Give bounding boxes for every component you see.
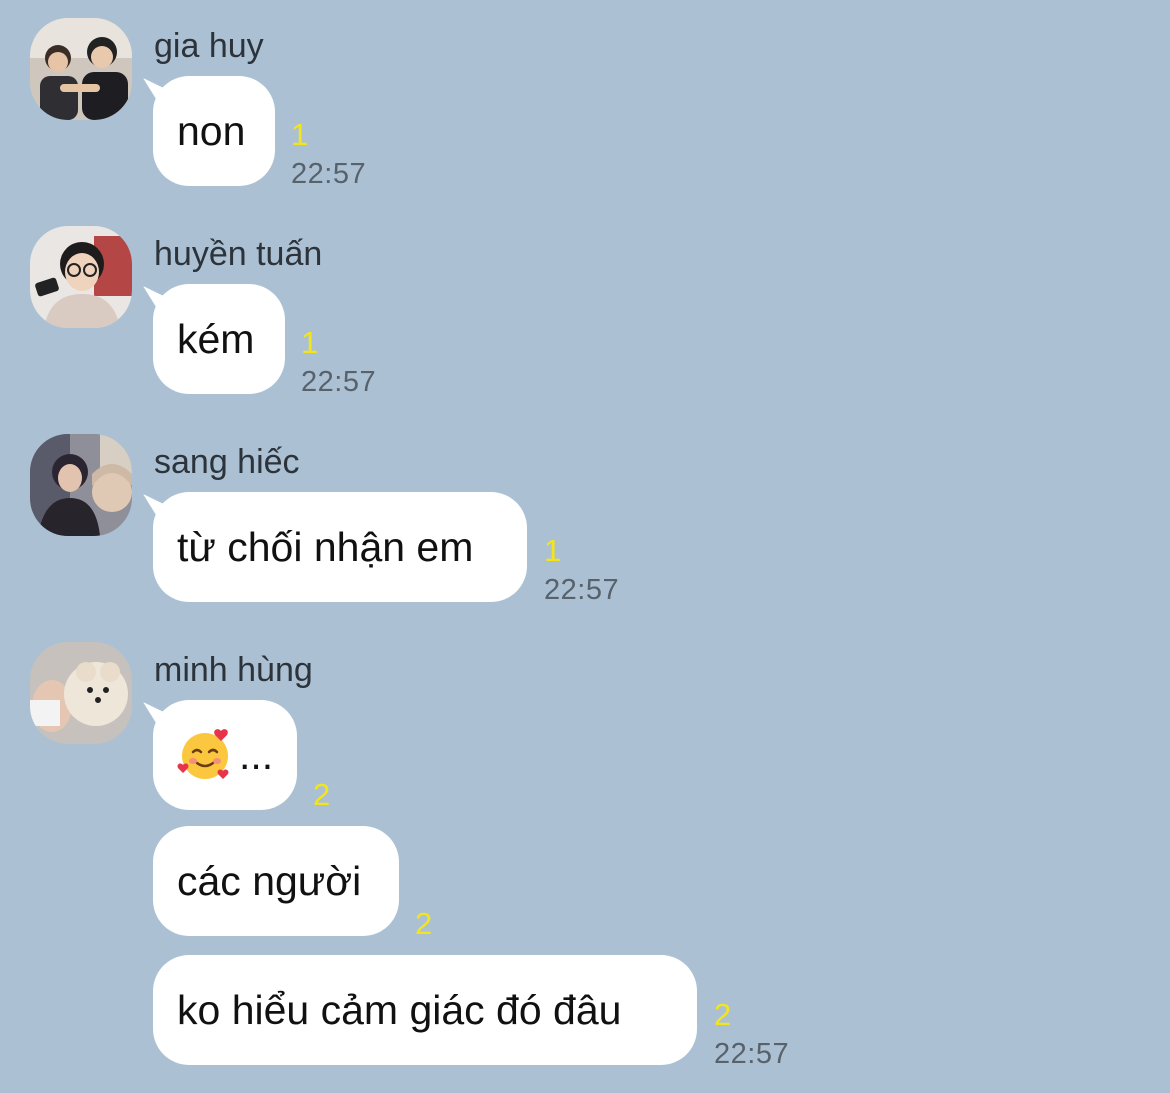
message-meta: 1 22:57 xyxy=(544,535,619,605)
sender-name: minh hùng xyxy=(154,651,313,689)
unread-count: 2 xyxy=(313,777,331,812)
timestamp: 22:57 xyxy=(714,1038,790,1070)
message-content: ... xyxy=(177,727,273,783)
message-bubble[interactable]: non xyxy=(153,76,275,186)
chat-room: gia huy non 1 22:57 huyền tuấn kém 1 22:… xyxy=(0,0,1170,1093)
message-meta: 2 xyxy=(415,908,432,949)
message-meta: 1 22:57 xyxy=(291,119,366,189)
message-bubble[interactable]: ... xyxy=(153,700,297,810)
sender-name: gia huy xyxy=(154,27,264,65)
unread-count: 1 xyxy=(301,325,319,360)
avatar-huyen-tuan-icon xyxy=(30,226,132,328)
unread-count: 1 xyxy=(291,117,309,152)
smiling-face-with-hearts-icon xyxy=(177,729,229,779)
message-meta: 2 22:57 xyxy=(714,999,789,1069)
message-bubble[interactable]: các người xyxy=(153,826,399,936)
avatar[interactable] xyxy=(30,226,132,328)
avatar-sang-hiec-icon xyxy=(30,434,132,536)
timestamp: 22:57 xyxy=(544,574,620,606)
avatar[interactable] xyxy=(30,18,132,120)
timestamp: 22:57 xyxy=(291,158,367,190)
message-text: kém xyxy=(177,315,255,362)
unread-count: 2 xyxy=(714,997,732,1032)
timestamp: 22:57 xyxy=(301,366,377,398)
message-text: ... xyxy=(239,731,274,778)
message-meta: 1 22:57 xyxy=(301,327,376,397)
unread-count: 2 xyxy=(415,906,433,941)
unread-count: 1 xyxy=(544,533,562,568)
avatar[interactable] xyxy=(30,434,132,536)
avatar-gia-huy-icon xyxy=(30,18,132,120)
avatar[interactable] xyxy=(30,642,132,744)
message-text: các người xyxy=(177,857,362,904)
message-text: ko hiểu cảm giác đó đâu xyxy=(177,986,622,1033)
message-bubble[interactable]: kém xyxy=(153,284,285,394)
message-meta: 2 xyxy=(313,779,330,820)
message-bubble[interactable]: từ chối nhận em xyxy=(153,492,527,602)
message-text: từ chối nhận em xyxy=(177,523,474,570)
message-text: non xyxy=(177,107,246,154)
sender-name: sang hiếc xyxy=(154,443,300,481)
avatar-minh-hung-icon xyxy=(30,642,132,744)
message-bubble[interactable]: ko hiểu cảm giác đó đâu xyxy=(153,955,697,1065)
sender-name: huyền tuấn xyxy=(154,235,323,273)
